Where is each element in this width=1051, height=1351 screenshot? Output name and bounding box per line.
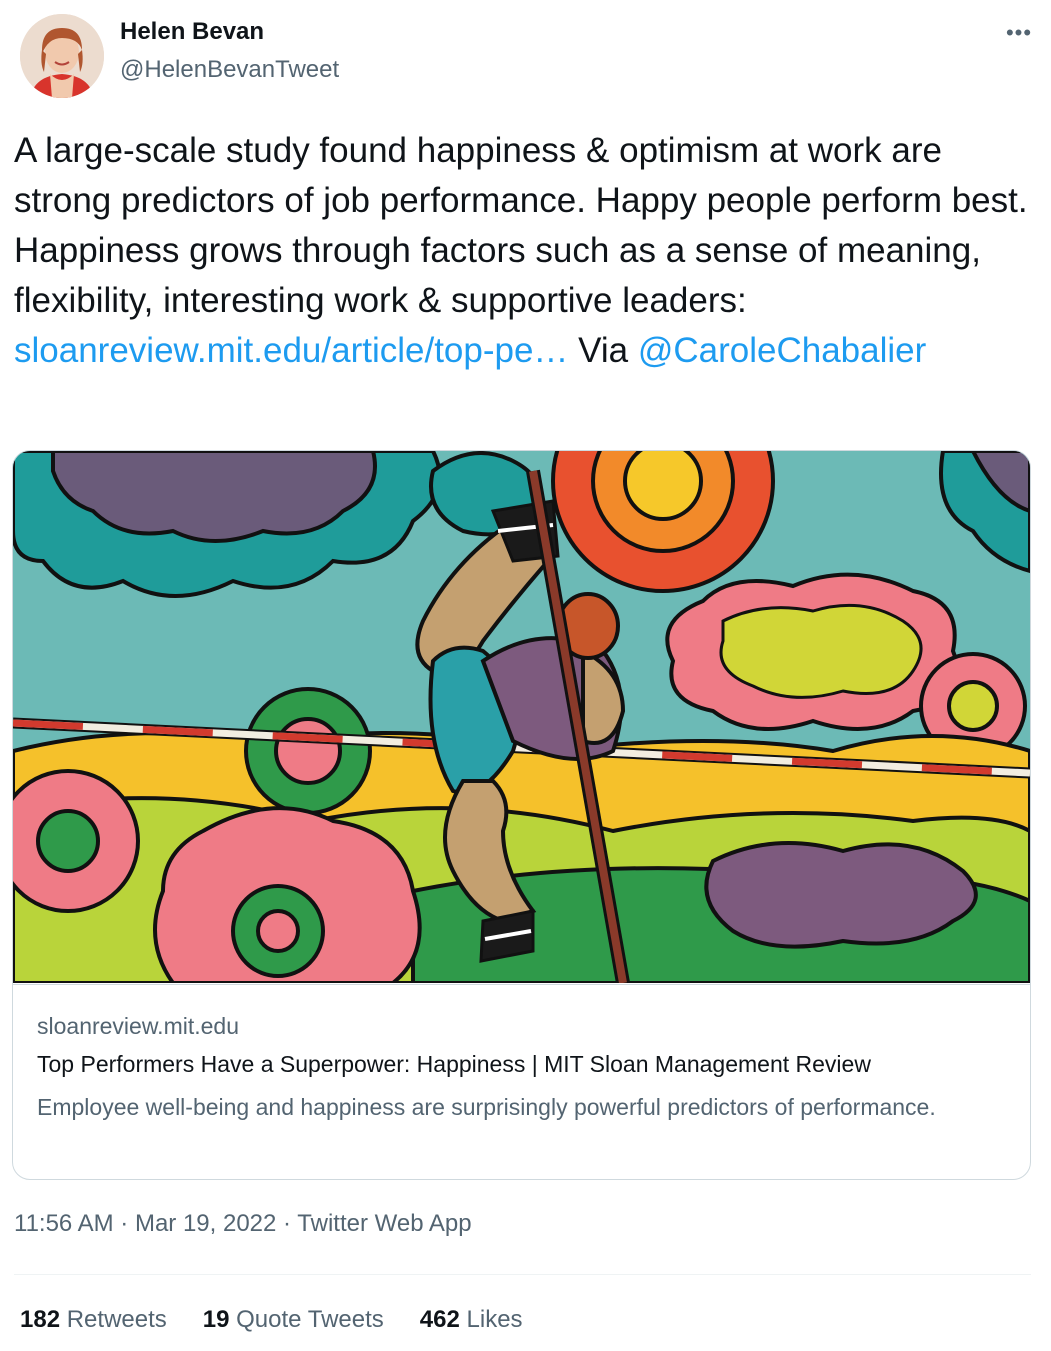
retweets-label: Retweets [66,1306,167,1333]
divider [14,1274,1031,1275]
retweets-stat[interactable]: 182 Retweets [20,1306,167,1334]
tweet-via: Via [568,331,638,370]
meta-separator: · [276,1210,298,1237]
meta-separator: · [113,1210,135,1237]
tweet-time[interactable]: 11:56 AM [14,1210,114,1237]
author-name[interactable]: Helen Bevan [120,18,264,46]
mention-link[interactable]: @CaroleChabalier [638,331,926,370]
author-handle[interactable]: @HelenBevanTweet [120,56,339,84]
quotes-label: Quote Tweets [236,1306,384,1333]
tweet-source: Twitter Web App [297,1210,472,1237]
quotes-count: 19 [202,1306,230,1333]
card-image[interactable] [13,451,1030,983]
link-preview-card[interactable]: sloanreview.mit.edu Top Performers Have … [12,450,1031,1180]
likes-stat[interactable]: 462 Likes [420,1306,523,1334]
likes-count: 462 [419,1306,460,1333]
article-link[interactable]: sloanreview.mit.edu/article/top-pe… [14,331,568,370]
avatar[interactable] [20,14,104,98]
more-horizontal-icon[interactable]: ••• [999,18,1039,48]
likes-label: Likes [466,1306,523,1333]
card-description: Employee well-being and happiness are su… [37,1094,936,1120]
tweet-date[interactable]: Mar 19, 2022 [135,1210,276,1237]
retweets-count: 182 [20,1306,61,1333]
tweet-meta: 11:56 AM · Mar 19, 2022 · Twitter Web Ap… [14,1210,472,1238]
card-body[interactable]: sloanreview.mit.edu Top Performers Have … [13,984,1030,1179]
card-title: Top Performers Have a Superpower: Happin… [37,1051,871,1077]
tweet-body: A large-scale study found happiness & op… [14,131,1028,320]
card-domain: sloanreview.mit.edu [37,1013,239,1039]
tweet-text: A large-scale study found happiness & op… [14,126,1039,376]
quote-tweets-stat[interactable]: 19 Quote Tweets [203,1306,384,1334]
tweet-header: Helen Bevan @HelenBevanTweet ••• [14,10,1039,100]
tweet-stats: 182 Retweets 19 Quote Tweets 462 Likes [20,1306,523,1334]
